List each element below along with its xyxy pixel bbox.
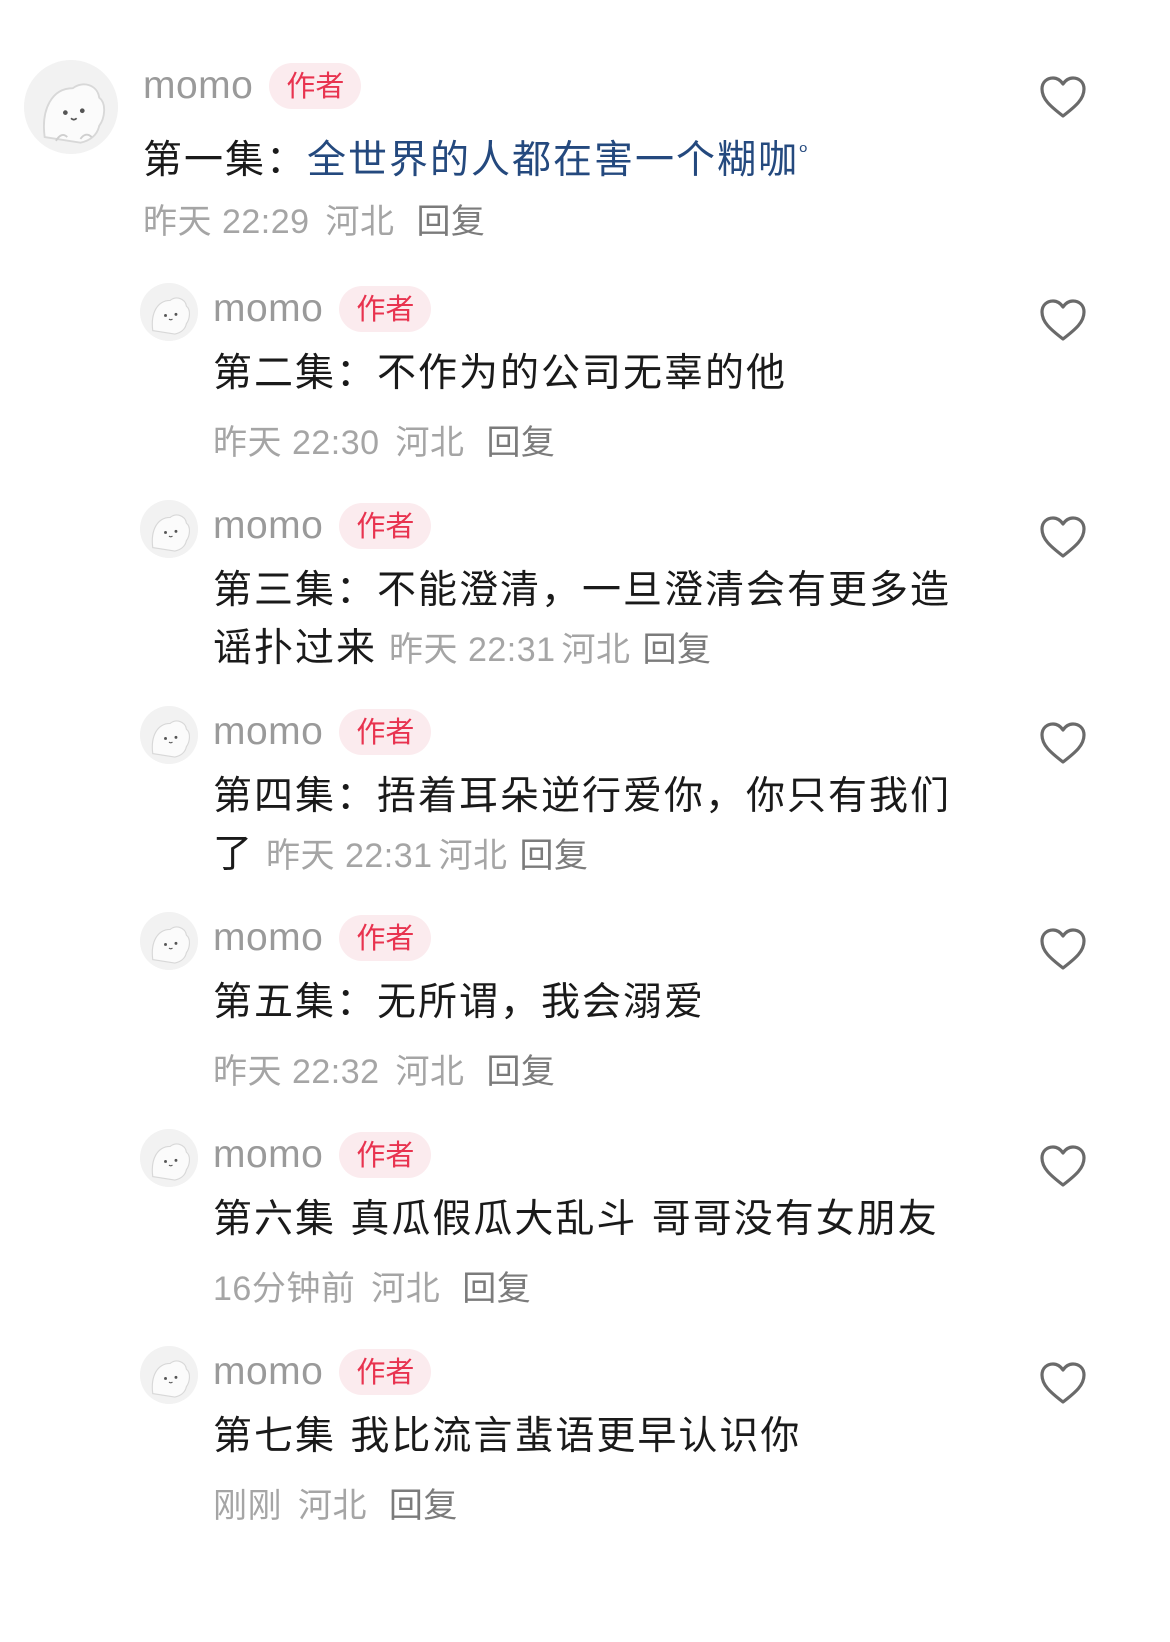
bun-avatar-icon [140, 706, 198, 764]
comment-header: momo 作者 [213, 1346, 432, 1398]
username[interactable]: momo [213, 710, 323, 754]
timestamp: 16分钟前 [213, 1270, 356, 1308]
comment-text[interactable]: 第一集：全世界的人都在害一个糊咖ᵒ [143, 124, 963, 190]
timestamp: 昨天 22:30 [213, 424, 380, 462]
avatar[interactable] [140, 912, 198, 970]
comment-meta: 16分钟前 河北 回复 [213, 1261, 537, 1310]
avatar[interactable] [140, 283, 198, 341]
comment-header: momo 作者 [143, 60, 362, 112]
reply-button[interactable]: 回复 [486, 424, 555, 462]
location: 河北 [438, 837, 508, 875]
avatar[interactable] [140, 500, 198, 558]
heart-icon[interactable] [1038, 1143, 1088, 1189]
comment-text[interactable]: 第五集：无所谓，我会溺爱 [213, 974, 983, 1032]
avatar[interactable] [24, 60, 118, 154]
search-link-icon[interactable]: ᵒ [799, 140, 808, 165]
timestamp: 刚刚 [213, 1487, 282, 1525]
timestamp: 昨天 22:31 [389, 631, 556, 669]
comment-text[interactable]: 第六集 真瓜假瓜大乱斗 哥哥没有女朋友 [213, 1191, 983, 1249]
comment-text[interactable]: 第二集：不作为的公司无辜的他 [213, 345, 983, 403]
location: 河北 [395, 1053, 465, 1091]
bun-avatar-icon [24, 60, 118, 154]
author-badge: 作者 [339, 915, 432, 961]
comment-header: momo 作者 [213, 912, 432, 964]
location: 河北 [325, 203, 395, 241]
username[interactable]: momo [213, 1133, 323, 1177]
author-badge: 作者 [339, 1349, 432, 1395]
timestamp: 昨天 22:32 [213, 1053, 380, 1091]
comment-meta: 昨天 22:29 河北 回复 [143, 194, 491, 243]
author-badge: 作者 [339, 503, 432, 549]
comment-header: momo 作者 [213, 1129, 432, 1181]
author-badge: 作者 [339, 286, 432, 332]
bun-avatar-icon [140, 1129, 198, 1187]
bun-avatar-icon [140, 1346, 198, 1404]
location: 河北 [297, 1487, 367, 1525]
heart-icon[interactable] [1038, 297, 1088, 343]
author-badge: 作者 [269, 63, 362, 109]
heart-icon[interactable] [1038, 926, 1088, 972]
reply-button[interactable]: 回复 [643, 631, 712, 669]
bun-avatar-icon [140, 500, 198, 558]
location: 河北 [395, 424, 465, 462]
heart-icon[interactable] [1038, 1360, 1088, 1406]
heart-icon[interactable] [1038, 514, 1088, 560]
reply-button[interactable]: 回复 [486, 1053, 555, 1091]
author-badge: 作者 [339, 709, 432, 755]
comment-text[interactable]: 第七集 我比流言蜚语更早认识你 [213, 1408, 983, 1466]
reply-button[interactable]: 回复 [520, 837, 589, 875]
comment-meta: 刚刚 河北 回复 [213, 1478, 464, 1527]
avatar[interactable] [140, 1346, 198, 1404]
reply-button[interactable]: 回复 [416, 203, 485, 241]
heart-icon[interactable] [1038, 720, 1088, 766]
comment-text[interactable]: 第四集：捂着耳朵逆行爱你，你只有我们了 昨天 22:31 河北 回复 [213, 768, 973, 885]
comment-meta: 昨天 22:30 河北 回复 [213, 415, 561, 464]
timestamp: 昨天 22:31 [266, 837, 433, 875]
heart-icon[interactable] [1038, 74, 1088, 120]
comment-header: momo 作者 [213, 706, 432, 758]
comment-meta: 昨天 22:31 河北 回复 [389, 631, 718, 669]
comment-text[interactable]: 第三集：不能澄清，一旦澄清会有更多造谣扑过来 昨天 22:31 河北 回复 [213, 562, 973, 679]
username[interactable]: momo [213, 1350, 323, 1394]
comment-meta: 昨天 22:32 河北 回复 [213, 1044, 561, 1093]
search-link[interactable]: 全世界的人都在害一个糊咖 [307, 138, 799, 183]
bun-avatar-icon [140, 912, 198, 970]
username[interactable]: momo [213, 504, 323, 548]
location: 河北 [371, 1270, 441, 1308]
comment-prefix: 第一集： [143, 138, 308, 183]
username[interactable]: momo [143, 64, 253, 108]
reply-button[interactable]: 回复 [462, 1270, 531, 1308]
username[interactable]: momo [213, 916, 323, 960]
avatar[interactable] [140, 706, 198, 764]
comment-header: momo 作者 [213, 500, 432, 552]
author-badge: 作者 [339, 1132, 432, 1178]
reply-button[interactable]: 回复 [389, 1487, 458, 1525]
comment-header: momo 作者 [213, 283, 432, 335]
timestamp: 昨天 22:29 [143, 203, 310, 241]
comment-meta: 昨天 22:31 河北 回复 [266, 837, 595, 875]
username[interactable]: momo [213, 287, 323, 331]
location: 河北 [561, 631, 631, 669]
avatar[interactable] [140, 1129, 198, 1187]
bun-avatar-icon [140, 283, 198, 341]
